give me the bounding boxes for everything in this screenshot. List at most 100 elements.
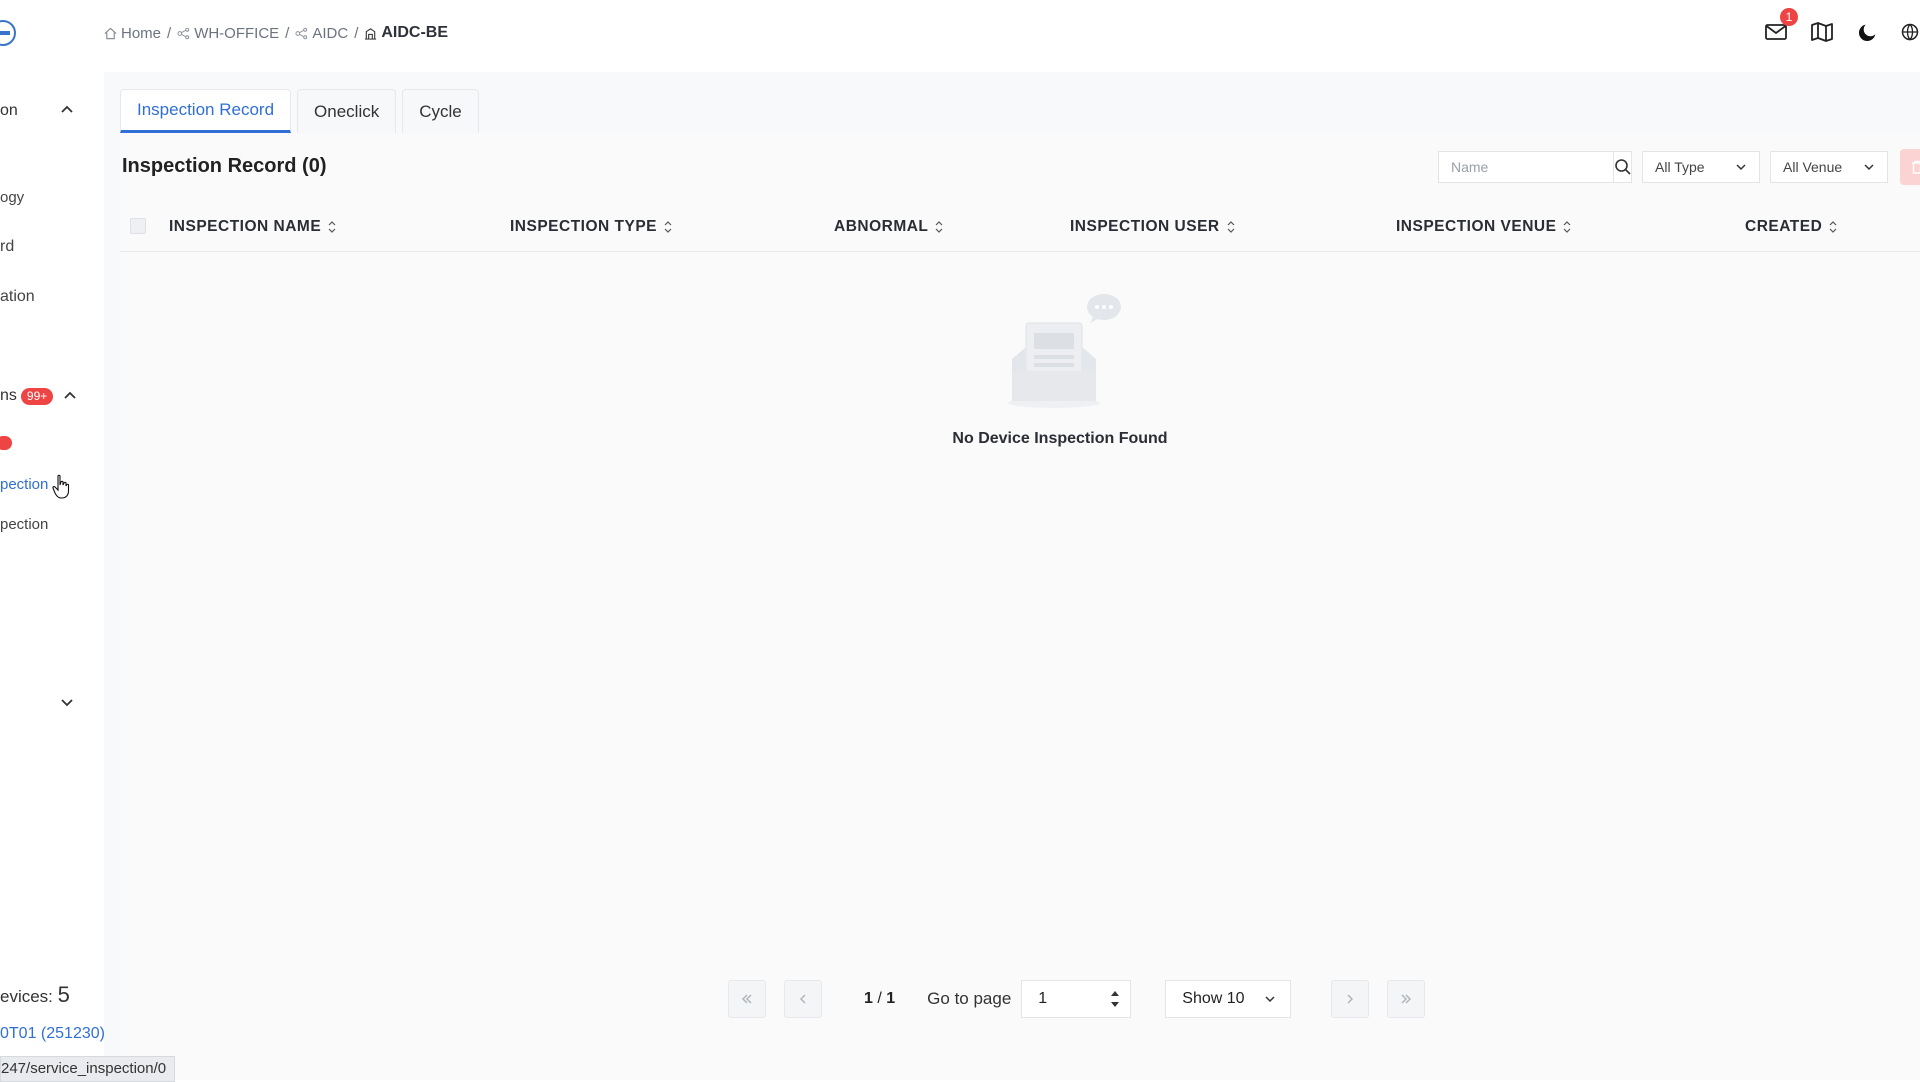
delete-button[interactable] <box>1900 149 1920 185</box>
status-bar-url: 247/service_inspection/0 <box>0 1056 176 1082</box>
top-actions: 1 <box>1762 8 1920 46</box>
sort-icon <box>1829 221 1837 233</box>
caret-down-icon[interactable] <box>1110 1001 1120 1008</box>
trash-icon <box>1912 160 1920 174</box>
sidebar-item-inspection-active[interactable]: pection <box>0 476 48 493</box>
column-inspection-name[interactable]: INSPECTION NAME <box>169 218 336 236</box>
breadcrumb-current: AIDC-BE <box>364 24 448 42</box>
breadcrumb-aidc-label: AIDC <box>312 24 349 42</box>
sidebar-item-label: on <box>0 102 18 119</box>
tab-inspection-record[interactable]: Inspection Record <box>120 89 292 133</box>
map-button[interactable] <box>1808 18 1836 46</box>
empty-state: No Device Inspection Found <box>930 293 1190 448</box>
type-filter-select[interactable]: All Type <box>1642 151 1760 183</box>
sidebar-group-1[interactable]: on <box>0 102 18 120</box>
breadcrumb-aidc[interactable]: AIDC <box>295 25 348 42</box>
chevron-down-icon <box>1265 996 1275 1003</box>
search-box <box>1438 151 1632 183</box>
next-page-button[interactable] <box>1331 980 1370 1018</box>
breadcrumb-wh-office[interactable]: WH-OFFICE <box>177 25 279 42</box>
go-to-page-input[interactable]: 1 <box>1021 980 1132 1018</box>
column-inspection-user[interactable]: INSPECTION USER <box>1070 218 1235 236</box>
go-to-page-label: Go to page <box>927 989 1012 1008</box>
page-indicator: 1 / 1 <box>864 990 895 1008</box>
chevron-down-icon[interactable] <box>59 694 75 710</box>
last-page-button[interactable] <box>1387 980 1426 1018</box>
sidebar-item-record[interactable]: rd <box>0 238 14 256</box>
empty-state-text: No Device Inspection Found <box>952 430 1168 447</box>
globe-icon <box>1901 23 1919 41</box>
column-label: ABNORMAL <box>834 218 929 235</box>
breadcrumb-home[interactable]: Home <box>104 25 161 42</box>
breadcrumb-current-label: AIDC-BE <box>381 24 449 41</box>
sidebar-item-label: ation <box>0 288 35 305</box>
sidebar-group-inspections[interactable]: ns 99+ <box>0 387 54 405</box>
sort-icon <box>328 221 336 233</box>
page-separator: / <box>877 990 882 1007</box>
column-created[interactable]: CREATED <box>1745 218 1837 236</box>
venue-filter-value: All Venue <box>1783 159 1843 175</box>
sidebar: on ogy rd ation ns 99+ pection pection e… <box>0 72 105 1080</box>
device-link[interactable]: 0T01 (251230) <box>0 1025 104 1043</box>
chevron-up-icon[interactable] <box>62 388 78 404</box>
page-size-select[interactable]: Show 10 <box>1165 980 1292 1018</box>
page-title: Inspection Record (0) <box>122 155 327 177</box>
home-icon <box>104 27 117 39</box>
map-icon <box>1811 22 1833 42</box>
search-button[interactable] <box>1613 152 1632 182</box>
first-page-button[interactable] <box>728 980 766 1018</box>
sidebar-item-location[interactable]: ation <box>0 288 35 306</box>
network-icon <box>177 27 190 39</box>
moon-icon <box>1858 24 1876 42</box>
column-inspection-type[interactable]: INSPECTION TYPE <box>510 218 672 236</box>
sidebar-item-label: pection <box>0 516 49 533</box>
chevrons-left-icon <box>741 994 752 1004</box>
sidebar-item-label: rd <box>0 238 15 255</box>
table-header: INSPECTION NAME INSPECTION TYPE ABNORMAL… <box>120 203 1920 252</box>
chevron-right-icon <box>1347 994 1354 1004</box>
chevron-left-icon <box>799 994 806 1004</box>
page-stepper[interactable] <box>1110 990 1120 1008</box>
inspection-panel: Inspection Record (0) All Type All Venue <box>120 133 1920 1080</box>
breadcrumb-separator: / <box>354 24 359 42</box>
alert-count-badge: 99+ <box>20 387 54 405</box>
app-logo[interactable] <box>0 20 16 46</box>
sidebar-item-topology[interactable]: ogy <box>0 189 24 206</box>
sort-icon <box>664 221 672 233</box>
sidebar-item-label: ns <box>0 387 17 404</box>
column-abnormal[interactable]: ABNORMAL <box>834 218 943 236</box>
search-input[interactable] <box>1439 152 1613 182</box>
sort-icon <box>935 221 943 233</box>
empty-inbox-icon <box>1008 294 1121 408</box>
building-icon <box>365 27 377 40</box>
column-inspection-venue[interactable]: INSPECTION VENUE <box>1396 218 1571 236</box>
sidebar-item-label: pection <box>0 476 49 493</box>
theme-toggle-button[interactable] <box>1854 18 1882 46</box>
column-label: CREATED <box>1745 218 1823 235</box>
column-label: INSPECTION VENUE <box>1396 218 1557 235</box>
sidebar-item-inspection[interactable]: pection <box>0 516 48 533</box>
sidebar-item-label: ogy <box>0 189 25 206</box>
mail-button[interactable]: 1 <box>1762 8 1798 46</box>
sort-icon <box>1564 221 1571 233</box>
tab-bar: Inspection Record Oneclick Cycle <box>120 89 479 133</box>
chevron-down-icon <box>1864 164 1874 171</box>
network-icon <box>295 27 308 39</box>
main-content: Inspection Record Oneclick Cycle Inspect… <box>104 72 1920 1080</box>
breadcrumb-home-label: Home <box>121 24 162 42</box>
breadcrumb-separator: / <box>285 24 290 42</box>
language-button[interactable] <box>1900 18 1920 46</box>
column-label: INSPECTION TYPE <box>510 218 658 235</box>
venue-filter-select[interactable]: All Venue <box>1770 151 1888 183</box>
tab-cycle[interactable]: Cycle <box>402 89 479 133</box>
tab-oneclick[interactable]: Oneclick <box>297 89 397 133</box>
filter-bar: All Type All Venue <box>1438 149 1920 185</box>
devices-label: evices: <box>0 987 53 1006</box>
chevron-up-icon[interactable] <box>59 102 75 118</box>
sort-icon <box>1227 221 1235 233</box>
caret-up-icon[interactable] <box>1110 990 1120 997</box>
prev-page-button[interactable] <box>784 980 822 1018</box>
chevron-down-icon <box>1736 164 1746 171</box>
alert-dot <box>0 436 12 450</box>
select-all-checkbox[interactable] <box>130 218 146 234</box>
